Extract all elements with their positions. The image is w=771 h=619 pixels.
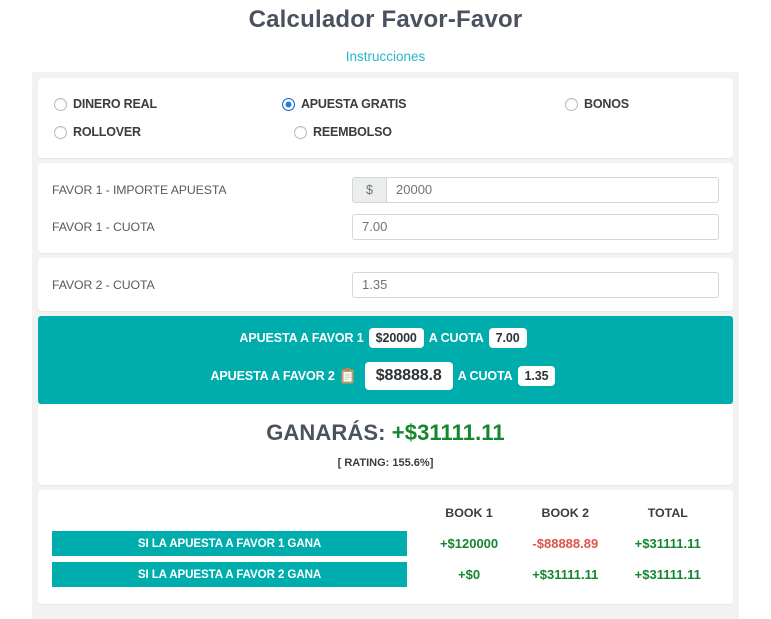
profit-card: GANARÁS: +$31111.11 [ RATING: 155.6%]	[38, 404, 733, 485]
results-value-total: +$31111.11	[635, 536, 701, 551]
results-value-book2: +$31111.11	[532, 567, 598, 582]
radio-label: ROLLOVER	[73, 125, 141, 139]
results-row-chip: SI LA APUESTA A FAVOR 1 GANA	[52, 531, 407, 556]
radio-label: BONOS	[584, 97, 629, 111]
results-cell-total: +$31111.11	[617, 559, 719, 590]
results-cell-book1: +$120000	[424, 528, 514, 559]
favor1-odds-control	[352, 214, 719, 240]
profit-line: GANARÁS: +$31111.11	[38, 420, 733, 446]
bet-type-row-2: ROLLOVER REEMBOLSO	[54, 118, 717, 146]
instructions-link[interactable]: Instrucciones	[346, 49, 426, 64]
favor1-fields-card: FAVOR 1 - IMPORTE APUESTA $ FAVOR 1 - CU…	[38, 163, 733, 253]
favor1-summary-odds: 7.00	[489, 328, 527, 348]
favor1-stake-control: $	[352, 177, 719, 203]
bet-summary-line-favor2: APUESTA A FAVOR 2 $88888.8 A CUOTA 1.35	[38, 362, 733, 390]
radio-apuesta-gratis[interactable]: APUESTA GRATIS	[282, 97, 565, 111]
results-header-book2: BOOK 2	[514, 502, 616, 528]
radio-circle-icon[interactable]	[565, 98, 578, 111]
footer-zone: Añade al PT	[38, 609, 733, 619]
radio-circle-icon[interactable]	[294, 126, 307, 139]
favor2-odds-control	[352, 272, 719, 298]
favor2-summary-mid: A CUOTA	[458, 369, 513, 383]
results-cell-book2: -$88888.89	[514, 528, 616, 559]
radio-circle-checked-icon[interactable]	[282, 98, 295, 111]
results-value-book1: +$120000	[440, 536, 498, 551]
content-well: DINERO REAL APUESTA GRATIS BONOS ROLLOVE…	[32, 72, 739, 619]
results-table-body: SI LA APUESTA A FAVOR 1 GANA +$120000 -$…	[52, 528, 719, 590]
bet-type-card: DINERO REAL APUESTA GRATIS BONOS ROLLOVE…	[38, 78, 733, 158]
results-header-blank	[52, 502, 424, 528]
bet-type-row-1: DINERO REAL APUESTA GRATIS BONOS	[54, 90, 717, 118]
results-header-book1: BOOK 1	[424, 502, 514, 528]
results-header-total: TOTAL	[617, 502, 719, 528]
results-table-card: BOOK 1 BOOK 2 TOTAL SI LA APUESTA A FAVO…	[38, 490, 733, 604]
radio-bonos[interactable]: BONOS	[565, 97, 717, 111]
calculator-page: Calculador Favor-Favor Instrucciones DIN…	[0, 0, 771, 619]
favor1-stake-label: FAVOR 1 - IMPORTE APUESTA	[52, 183, 352, 197]
favor2-odds-label: FAVOR 2 - CUOTA	[52, 278, 352, 292]
clipboard-icon[interactable]	[341, 368, 354, 384]
results-cell-book2: +$31111.11	[514, 559, 616, 590]
favor1-summary-prefix: APUESTA A FAVOR 1	[239, 331, 363, 345]
favor1-stake-row: FAVOR 1 - IMPORTE APUESTA $	[52, 171, 719, 208]
favor2-summary-prefix: APUESTA A FAVOR 2	[211, 369, 335, 383]
bet-summary-banner: APUESTA A FAVOR 1 $20000 A CUOTA 7.00 AP…	[38, 316, 733, 404]
page-header: Calculador Favor-Favor Instrucciones	[0, 0, 771, 66]
favor2-summary-stake: $88888.8	[365, 362, 453, 390]
profit-amount: +$31111.11	[392, 420, 505, 445]
results-row-label-cell: SI LA APUESTA A FAVOR 2 GANA	[52, 559, 424, 590]
radio-circle-icon[interactable]	[54, 126, 67, 139]
favor1-stake-input-group: $	[352, 177, 719, 203]
page-title: Calculador Favor-Favor	[0, 2, 771, 34]
instructions-wrapper: Instrucciones	[0, 48, 771, 66]
favor2-odds-row: FAVOR 2 - CUOTA	[52, 266, 719, 303]
currency-addon: $	[352, 177, 386, 203]
results-cell-book1: +$0	[424, 559, 514, 590]
radio-circle-icon[interactable]	[54, 98, 67, 111]
radio-label: APUESTA GRATIS	[301, 97, 406, 111]
favor1-odds-row: FAVOR 1 - CUOTA	[52, 208, 719, 245]
favor1-odds-label: FAVOR 1 - CUOTA	[52, 220, 352, 234]
profit-label: GANARÁS:	[266, 420, 385, 445]
results-header-row: BOOK 1 BOOK 2 TOTAL	[52, 502, 719, 528]
favor2-summary-odds: 1.35	[518, 366, 556, 386]
results-table: BOOK 1 BOOK 2 TOTAL SI LA APUESTA A FAVO…	[52, 502, 719, 590]
radio-dinero-real[interactable]: DINERO REAL	[54, 97, 282, 111]
favor2-fields-card: FAVOR 2 - CUOTA	[38, 258, 733, 311]
table-row: SI LA APUESTA A FAVOR 1 GANA +$120000 -$…	[52, 528, 719, 559]
favor1-summary-stake: $20000	[369, 328, 424, 348]
radio-rollover[interactable]: ROLLOVER	[54, 125, 294, 139]
results-table-head: BOOK 1 BOOK 2 TOTAL	[52, 502, 719, 528]
favor1-summary-mid: A CUOTA	[429, 331, 484, 345]
results-row-chip: SI LA APUESTA A FAVOR 2 GANA	[52, 562, 407, 587]
radio-reembolso[interactable]: REEMBOLSO	[294, 125, 592, 139]
favor1-stake-input[interactable]	[386, 177, 719, 203]
radio-label: DINERO REAL	[73, 97, 157, 111]
results-row-label-cell: SI LA APUESTA A FAVOR 1 GANA	[52, 528, 424, 559]
results-cell-total: +$31111.11	[617, 528, 719, 559]
favor2-odds-input[interactable]	[352, 272, 719, 298]
table-row: SI LA APUESTA A FAVOR 2 GANA +$0 +$31111…	[52, 559, 719, 590]
results-value-book2: -$88888.89	[532, 536, 598, 551]
rating-text: [ RATING: 155.6%]	[38, 457, 733, 469]
results-value-book1: +$0	[458, 567, 480, 582]
favor1-odds-input[interactable]	[352, 214, 719, 240]
radio-label: REEMBOLSO	[313, 125, 392, 139]
results-value-total: +$31111.11	[635, 567, 701, 582]
bet-summary-line-favor1: APUESTA A FAVOR 1 $20000 A CUOTA 7.00	[38, 328, 733, 348]
